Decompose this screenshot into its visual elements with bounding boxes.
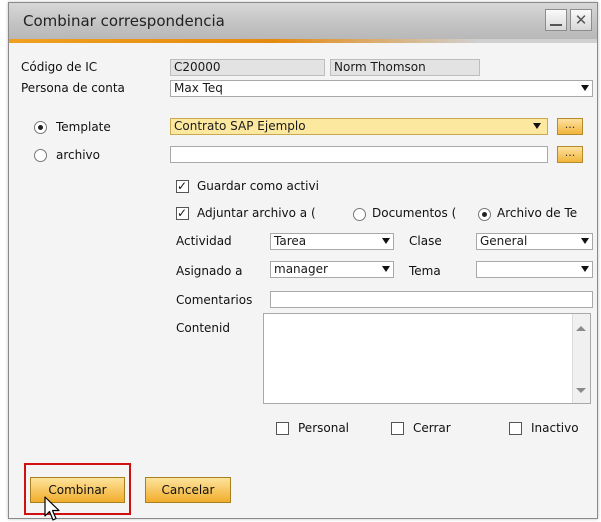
browse-dots-label: ... bbox=[564, 146, 576, 159]
contenido-label: Contenid bbox=[176, 321, 230, 335]
clase-label: Clase bbox=[409, 234, 442, 248]
adjuntar-label: Adjuntar archivo a ( bbox=[197, 206, 316, 220]
actividad-label: Actividad bbox=[176, 234, 232, 248]
codigo-field: C20000 bbox=[170, 59, 325, 76]
archivo-browse-button[interactable]: ... bbox=[557, 146, 583, 163]
actividad-value: Tarea bbox=[274, 234, 307, 248]
cerrar-label: Cerrar bbox=[413, 421, 451, 435]
personal-label: Personal bbox=[298, 421, 350, 435]
scroll-up-icon[interactable] bbox=[576, 326, 586, 331]
checkmark-icon: ✓ bbox=[177, 206, 188, 220]
documentos-radio[interactable] bbox=[353, 208, 366, 221]
archivo-input[interactable] bbox=[170, 146, 548, 163]
inactivo-label: Inactivo bbox=[531, 421, 579, 435]
guardar-checkbox[interactable]: ✓ bbox=[176, 179, 189, 193]
title-accent-line bbox=[9, 39, 597, 43]
tema-label: Tema bbox=[409, 264, 441, 278]
close-button[interactable]: ✕ bbox=[570, 9, 592, 31]
archivo-radio[interactable] bbox=[34, 149, 47, 162]
minimize-button[interactable] bbox=[545, 9, 567, 31]
template-label: Template bbox=[56, 120, 111, 134]
adjuntar-checkbox[interactable]: ✓ bbox=[176, 206, 189, 220]
inactivo-checkbox[interactable] bbox=[509, 422, 522, 435]
template-select[interactable]: Contrato SAP Ejemplo bbox=[170, 118, 548, 135]
persona-select[interactable]: Max Teq bbox=[170, 80, 593, 97]
comentarios-label: Comentarios bbox=[176, 293, 253, 307]
comentarios-input[interactable] bbox=[270, 291, 593, 308]
persona-label: Persona de conta bbox=[21, 81, 125, 95]
cerrar-checkbox[interactable] bbox=[391, 422, 404, 435]
actividad-select[interactable]: Tarea bbox=[270, 233, 394, 250]
mouse-pointer-icon bbox=[44, 496, 60, 521]
archivo-de-label: Archivo de Te bbox=[497, 206, 578, 220]
asignado-label: Asignado a bbox=[176, 264, 243, 278]
title-bar[interactable]: Combinar correspondencia ✕ bbox=[9, 3, 597, 39]
tema-select[interactable] bbox=[476, 261, 593, 278]
close-icon: ✕ bbox=[574, 11, 588, 29]
template-browse-button[interactable]: ... bbox=[557, 118, 583, 135]
cancelar-button[interactable]: Cancelar bbox=[145, 477, 231, 503]
guardar-label: Guardar como activi bbox=[197, 179, 319, 193]
archivo-label: archivo bbox=[56, 148, 101, 162]
asignado-select[interactable]: manager bbox=[270, 261, 394, 278]
scroll-down-icon[interactable] bbox=[576, 388, 586, 393]
template-radio[interactable] bbox=[34, 121, 47, 134]
chevron-down-icon bbox=[581, 238, 589, 244]
chevron-down-icon bbox=[533, 123, 541, 129]
chevron-down-icon bbox=[382, 238, 390, 244]
template-value: Contrato SAP Ejemplo bbox=[174, 119, 306, 133]
contenido-textarea[interactable] bbox=[263, 313, 591, 404]
browse-dots-label: ... bbox=[564, 118, 576, 131]
chevron-down-icon bbox=[382, 266, 390, 272]
personal-checkbox[interactable] bbox=[276, 422, 289, 435]
checkmark-icon: ✓ bbox=[177, 179, 188, 193]
persona-value: Max Teq bbox=[174, 81, 223, 95]
clase-select[interactable]: General bbox=[476, 233, 593, 250]
codigo-label: Código de IC bbox=[21, 60, 98, 74]
documentos-label: Documentos ( bbox=[372, 206, 457, 220]
window-title: Combinar correspondencia bbox=[23, 12, 225, 30]
chevron-down-icon bbox=[581, 266, 589, 272]
codigo-name-field: Norm Thomson bbox=[330, 59, 480, 76]
asignado-value: manager bbox=[274, 262, 328, 276]
contenido-scrollbar[interactable] bbox=[572, 314, 590, 403]
clase-value: General bbox=[480, 234, 528, 248]
chevron-down-icon bbox=[581, 85, 589, 91]
archivo-de-radio[interactable] bbox=[478, 208, 491, 221]
